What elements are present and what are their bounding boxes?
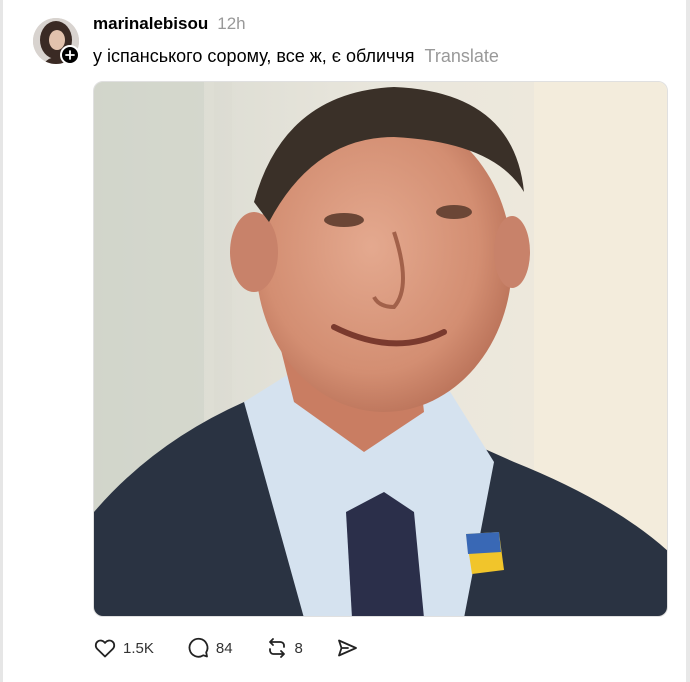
- follow-button[interactable]: [60, 45, 80, 65]
- caption-text: у іспанського сорому, все ж, є обличчя: [93, 46, 415, 66]
- repost-icon: [265, 636, 289, 660]
- like-count: 1.5K: [123, 639, 154, 657]
- reply-count: 84: [215, 639, 233, 657]
- avatar-container[interactable]: [33, 18, 80, 65]
- post-image[interactable]: [93, 81, 668, 617]
- repost-count: 8: [294, 639, 303, 657]
- heart-icon: [93, 636, 117, 660]
- post-caption: у іспанського сорому, все ж, є обличчя Tr…: [93, 46, 499, 67]
- repost-button[interactable]: 8: [265, 636, 303, 660]
- post-timestamp[interactable]: 12h: [217, 14, 245, 34]
- comment-icon: [186, 636, 210, 660]
- share-icon: [335, 636, 359, 660]
- share-button[interactable]: [335, 636, 359, 660]
- like-button[interactable]: 1.5K: [93, 636, 154, 660]
- post-actions: 1.5K 84 8: [93, 635, 359, 661]
- username-link[interactable]: marinalebisou: [93, 14, 208, 34]
- post-header: marinalebisou 12h: [93, 14, 246, 40]
- reply-button[interactable]: 84: [186, 636, 233, 660]
- translate-link[interactable]: Translate: [425, 46, 499, 66]
- post: marinalebisou 12h у іспанського сорому, …: [0, 0, 690, 682]
- plus-icon: [65, 50, 75, 60]
